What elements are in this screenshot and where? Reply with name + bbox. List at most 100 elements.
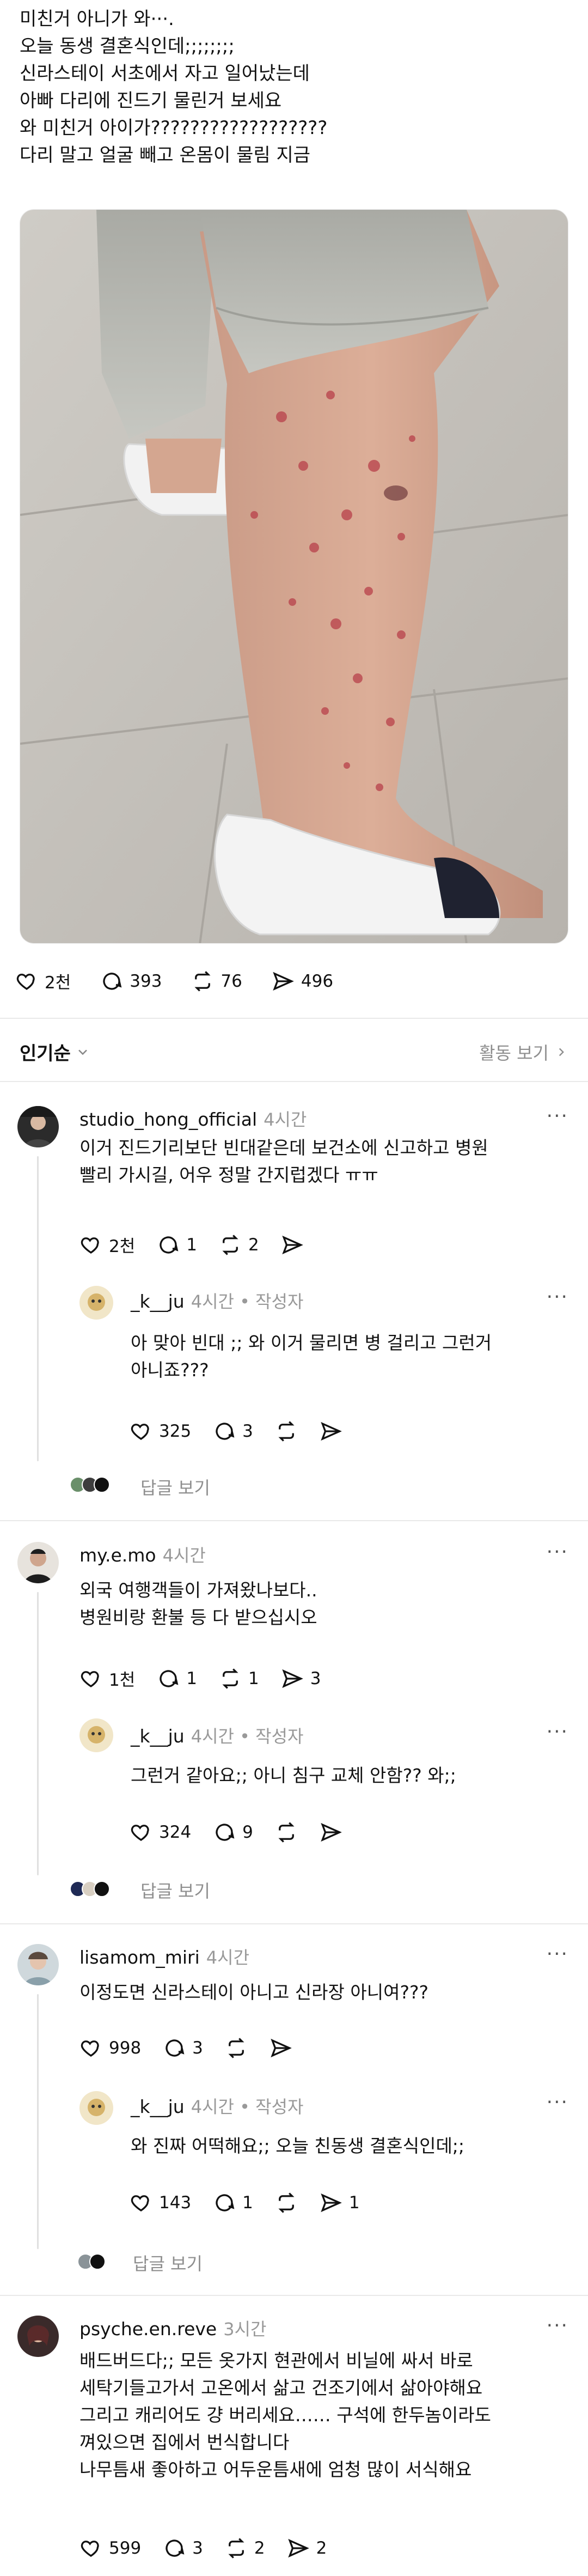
repost-button[interactable]: 76 [191, 970, 242, 993]
timestamp: 4시간 [162, 1545, 206, 1566]
divider [0, 1018, 588, 1019]
like-button[interactable]: 1천 [79, 1666, 135, 1691]
share-button[interactable]: 2 [287, 2537, 327, 2560]
comment-icon [160, 1236, 179, 1254]
like-count: 1천 [109, 1670, 136, 1690]
heart-icon [81, 2040, 99, 2057]
avatar[interactable] [17, 1106, 59, 1147]
more-icon[interactable]: ··· [547, 1286, 568, 1308]
post-body: 미친거 아니가 와···. 오늘 동생 결혼식인데;;;;;;;; 신라스테이 … [20, 5, 564, 169]
post-photo[interactable] [20, 209, 568, 944]
post-line: 다리 말고 얼굴 빼고 온몸이 물림 지금 [20, 144, 311, 166]
post-line: 미친거 아니가 와···. [20, 8, 174, 30]
avatar[interactable] [79, 1718, 113, 1752]
avatar[interactable] [17, 1542, 59, 1583]
see-replies-link[interactable]: 답글 보기 [140, 1878, 210, 1903]
more-icon[interactable]: ··· [547, 1541, 568, 1563]
repost-icon [278, 1822, 295, 1843]
username[interactable]: my.e.mo [79, 1545, 156, 1566]
like-button[interactable]: 998 [79, 2037, 141, 2059]
username[interactable]: _k__ju [131, 1726, 185, 1747]
reply-button[interactable]: 1 [157, 1667, 197, 1690]
repost-button[interactable]: 2 [219, 1234, 259, 1256]
comment-button[interactable]: 393 [100, 970, 162, 993]
reply-button[interactable]: 3 [163, 2537, 203, 2560]
reply-count: 1 [242, 2193, 253, 2213]
avatar[interactable] [79, 1286, 113, 1320]
see-replies-link[interactable]: 답글 보기 [140, 1474, 210, 1499]
send-icon [321, 1822, 342, 1842]
repost-count: 2 [254, 2538, 265, 2558]
username[interactable]: lisamom_miri [79, 1947, 200, 1968]
mini-avatar [94, 1477, 110, 1493]
see-replies-link[interactable]: 답글 보기 [133, 2250, 203, 2275]
more-icon[interactable]: ··· [547, 2314, 568, 2337]
send-icon [273, 971, 294, 991]
comment-icon [166, 2539, 185, 2557]
send-icon [321, 1421, 342, 1441]
share-button[interactable] [270, 2037, 292, 2059]
post-line: 오늘 동생 결혼식인데;;;;;;;; [20, 35, 235, 57]
chevron-right-icon [559, 1048, 564, 1056]
like-button[interactable]: 143 [130, 2191, 191, 2214]
reply-actions: 325 3 [130, 1420, 372, 1443]
post-actions: 2천 393 76 496 [15, 969, 363, 993]
heart-icon [81, 2541, 99, 2557]
more-icon[interactable]: ··· [547, 2091, 568, 2113]
avatar[interactable] [79, 2091, 113, 2125]
reply-text: 그런거 같아요;; 아니 침구 교체 안함?? 와;; [131, 1765, 456, 1786]
repost-count: 1 [248, 1668, 259, 1688]
divider [0, 2295, 588, 2296]
like-button[interactable]: 325 [130, 1420, 191, 1443]
share-button[interactable]: 1 [320, 2191, 360, 2214]
timestamp: 4시간 • 작성자 [191, 1291, 304, 1312]
share-button[interactable] [281, 1234, 304, 1256]
thread-line [37, 1156, 39, 1461]
username[interactable]: _k__ju [131, 2096, 185, 2117]
more-icon[interactable]: ··· [547, 1721, 568, 1743]
like-count: 998 [109, 2038, 142, 2058]
username[interactable]: _k__ju [131, 1291, 185, 1312]
reply-avatars [77, 2253, 106, 2270]
repost-button[interactable]: 2 [225, 2537, 265, 2560]
avatar[interactable] [17, 2316, 59, 2357]
repost-button[interactable] [225, 2037, 248, 2059]
heart-icon [131, 1424, 149, 1440]
reply-button[interactable]: 1 [157, 1234, 197, 1256]
comment-actions: 2천 1 2 [79, 1232, 333, 1257]
like-button[interactable]: 2천 [15, 969, 71, 993]
repost-button[interactable] [275, 1821, 298, 1844]
share-button[interactable]: 496 [272, 970, 333, 993]
username[interactable]: psyche.en.reve [79, 2318, 217, 2340]
more-icon[interactable]: ··· [547, 1943, 568, 1965]
repost-icon [222, 1234, 238, 1255]
reply-button[interactable]: 3 [163, 2037, 203, 2059]
repost-button[interactable] [275, 2191, 298, 2214]
post-line: 신라스테이 서초에서 자고 일어났는데 [20, 63, 310, 84]
like-button[interactable]: 324 [130, 1821, 191, 1844]
reply-button[interactable]: 3 [213, 1420, 253, 1443]
username[interactable]: studio_hong_official [79, 1109, 257, 1130]
divider [0, 1081, 588, 1082]
reply-text: 아 맞아 빈대 ;; 와 이거 물리면 병 걸리고 그런거 아니죠??? [131, 1332, 492, 1381]
comment-icon [160, 1669, 179, 1687]
reply-text: 와 진짜 어떡해요;; 오늘 친동생 결혼식인데;; [131, 2135, 465, 2156]
like-button[interactable]: 599 [79, 2537, 141, 2560]
share-count: 496 [301, 971, 334, 991]
activity-link[interactable]: 활동 보기 [479, 1040, 568, 1065]
divider [0, 1520, 588, 1521]
share-button[interactable] [320, 1821, 342, 1844]
reply-button[interactable]: 1 [213, 2191, 253, 2214]
share-button[interactable]: 3 [281, 1667, 321, 1690]
repost-count: 76 [220, 971, 242, 991]
avatar[interactable] [17, 1944, 59, 1985]
timestamp: 3시간 [223, 2319, 267, 2340]
repost-button[interactable]: 1 [219, 1667, 259, 1690]
more-icon[interactable]: ··· [547, 1105, 568, 1127]
share-button[interactable] [320, 1420, 342, 1443]
like-button[interactable]: 2천 [79, 1232, 135, 1257]
comment-actions: 1천 1 1 3 [79, 1666, 350, 1691]
repost-button[interactable] [275, 1420, 298, 1443]
sort-dropdown[interactable]: 인기순 [20, 1038, 90, 1065]
reply-button[interactable]: 9 [213, 1821, 253, 1844]
